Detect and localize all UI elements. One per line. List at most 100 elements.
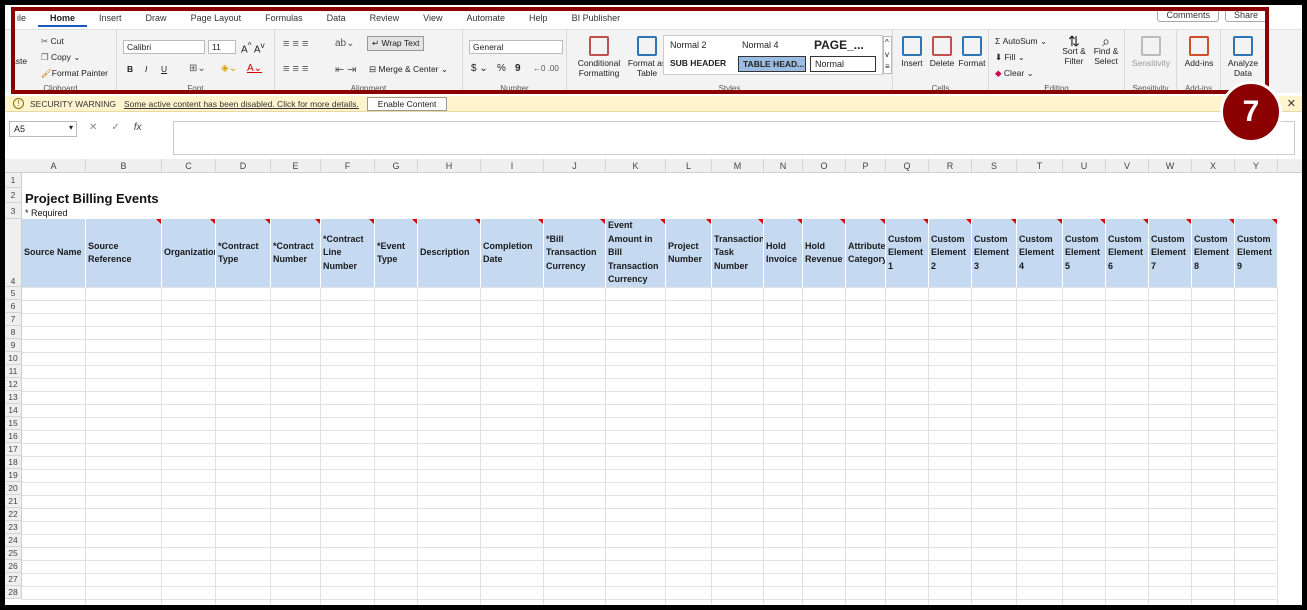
header-cell[interactable]: Custom Element 6 <box>1106 219 1149 287</box>
font-color-icon[interactable]: A⌄ <box>247 63 262 74</box>
column-header-l[interactable]: L <box>666 159 712 173</box>
row-header-7[interactable]: 7 <box>5 313 22 326</box>
paste-button[interactable]: aste <box>11 56 27 66</box>
column-header-f[interactable]: F <box>321 159 375 173</box>
orientation-icon[interactable]: ab⌄ <box>335 38 355 49</box>
worksheet-grid[interactable]: ABCDEFGHIJKLMNOPQRSTUVWXY 1 2 3 4 5 6 7 8 9 10 11 1… <box>5 159 1302 605</box>
confirm-icon[interactable]: ✓ <box>111 122 119 133</box>
header-cell[interactable]: *Event Type <box>375 219 418 287</box>
row-header-6[interactable]: 6 <box>5 300 22 313</box>
style-normal[interactable]: Normal <box>810 56 876 72</box>
header-cell[interactable]: Hold Revenue <box>803 219 846 287</box>
row-header-24[interactable]: 24 <box>5 534 22 547</box>
header-cell[interactable]: Source Reference <box>86 219 162 287</box>
header-cell[interactable]: Hold Invoice <box>764 219 803 287</box>
fill-button[interactable]: ⬇ Fill ⌄ <box>995 52 1025 63</box>
row-header-28[interactable]: 28 <box>5 586 22 599</box>
tab-formulas[interactable]: Formulas <box>253 10 315 27</box>
header-cell[interactable]: Organization <box>162 219 216 287</box>
row-header-13[interactable]: 13 <box>5 391 22 404</box>
style-page[interactable]: PAGE_... <box>810 36 880 54</box>
row-header-25[interactable]: 25 <box>5 547 22 560</box>
header-cell[interactable]: Transaction Task Number <box>712 219 764 287</box>
column-header-v[interactable]: V <box>1106 159 1149 173</box>
format-as-table-button[interactable]: Format as Table <box>627 36 667 78</box>
comments-button[interactable]: Comments <box>1157 8 1219 22</box>
row-header-9[interactable]: 9 <box>5 339 22 352</box>
tab-help[interactable]: Help <box>517 10 560 27</box>
tab-data[interactable]: Data <box>315 10 358 27</box>
wrap-text-button[interactable]: ↵ Wrap Text <box>367 36 425 51</box>
cut-button[interactable]: ✂ Cut <box>41 36 64 47</box>
row-header-10[interactable]: 10 <box>5 352 22 365</box>
column-header-o[interactable]: O <box>803 159 846 173</box>
merge-center-button[interactable]: ⊟ Merge & Center ⌄ <box>369 64 448 75</box>
tab-bi-publisher[interactable]: BI Publisher <box>560 10 633 27</box>
comma-button[interactable]: 9 <box>515 63 521 74</box>
find-select-button[interactable]: ⌕ Find & Select <box>1089 34 1123 66</box>
tab-draw[interactable]: Draw <box>134 10 179 27</box>
column-header-n[interactable]: N <box>764 159 803 173</box>
row-header-20[interactable]: 20 <box>5 482 22 495</box>
column-header-t[interactable]: T <box>1017 159 1063 173</box>
header-cell[interactable]: Custom Element 4 <box>1017 219 1063 287</box>
copy-button[interactable]: ❐ Copy ⌄ <box>41 52 80 63</box>
header-cell[interactable]: Attribute Category <box>846 219 886 287</box>
tab-home[interactable]: Home <box>38 10 88 27</box>
column-header-g[interactable]: G <box>375 159 418 173</box>
row-header-22[interactable]: 22 <box>5 508 22 521</box>
row-header-5[interactable]: 5 <box>5 287 22 300</box>
borders-icon[interactable]: ⊞⌄ <box>189 63 206 74</box>
style-normal-4[interactable]: Normal 4 <box>738 38 806 52</box>
column-header-x[interactable]: X <box>1192 159 1235 173</box>
tab-ile[interactable]: ile <box>5 10 38 27</box>
header-cell[interactable]: Custom Element 1 <box>886 219 929 287</box>
header-cell[interactable]: *Contract Number <box>271 219 321 287</box>
italic-button[interactable]: I <box>145 64 147 74</box>
column-header-s[interactable]: S <box>972 159 1017 173</box>
header-cell[interactable]: Custom Element 2 <box>929 219 972 287</box>
row-header-26[interactable]: 26 <box>5 560 22 573</box>
header-cell[interactable]: Custom Element 9 <box>1235 219 1278 287</box>
column-header-k[interactable]: K <box>606 159 666 173</box>
conditional-formatting-button[interactable]: Conditional Formatting <box>571 36 627 78</box>
style-sub-header[interactable]: SUB HEADER <box>666 56 734 70</box>
share-button[interactable]: Share <box>1224 8 1267 22</box>
font-size-select[interactable]: 11 <box>208 40 236 54</box>
clear-button[interactable]: ◆ Clear ⌄ <box>995 68 1034 79</box>
column-header-c[interactable]: C <box>162 159 216 173</box>
row-header-27[interactable]: 27 <box>5 573 22 586</box>
addins-button[interactable]: Add-ins <box>1179 36 1219 68</box>
security-message-link[interactable]: Some active content has been disabled. C… <box>124 99 359 109</box>
column-header-r[interactable]: R <box>929 159 972 173</box>
header-cell[interactable]: Event Amount in Bill Transaction Currenc… <box>606 219 666 287</box>
column-header-u[interactable]: U <box>1063 159 1106 173</box>
tab-review[interactable]: Review <box>358 10 412 27</box>
format-painter-button[interactable]: 🖌Format Painter <box>41 68 108 79</box>
header-cell[interactable]: Completion Date <box>481 219 544 287</box>
horizontal-align-icons[interactable]: ≡ ≡ ≡ <box>283 63 308 75</box>
delete-cells-button[interactable]: Delete <box>927 36 957 68</box>
header-cell[interactable]: *Bill Transaction Currency <box>544 219 606 287</box>
fx-icon[interactable]: fx <box>134 122 142 133</box>
row-header-17[interactable]: 17 <box>5 443 22 456</box>
row-header-21[interactable]: 21 <box>5 495 22 508</box>
style-table-head[interactable]: TABLE HEAD... <box>738 56 806 72</box>
column-header-y[interactable]: Y <box>1235 159 1278 173</box>
tab-page-layout[interactable]: Page Layout <box>179 10 254 27</box>
column-header-a[interactable]: A <box>22 159 86 173</box>
column-header-p[interactable]: P <box>846 159 886 173</box>
close-icon[interactable]: ✕ <box>1287 97 1296 110</box>
number-format-select[interactable]: General <box>469 40 563 54</box>
tab-insert[interactable]: Insert <box>87 10 134 27</box>
column-header-i[interactable]: I <box>481 159 544 173</box>
grow-font-icon[interactable]: A^ Av <box>241 40 265 55</box>
column-header-j[interactable]: J <box>544 159 606 173</box>
enable-content-button[interactable]: Enable Content <box>366 96 448 111</box>
row-header-2[interactable]: 2 <box>5 188 22 203</box>
column-header-d[interactable]: D <box>216 159 271 173</box>
insert-cells-button[interactable]: Insert <box>897 36 927 68</box>
vertical-align-icons[interactable]: ≡ ≡ ≡ <box>283 38 308 50</box>
row-header-4[interactable]: 4 <box>5 219 22 287</box>
row-header-3[interactable]: 3 <box>5 203 22 219</box>
